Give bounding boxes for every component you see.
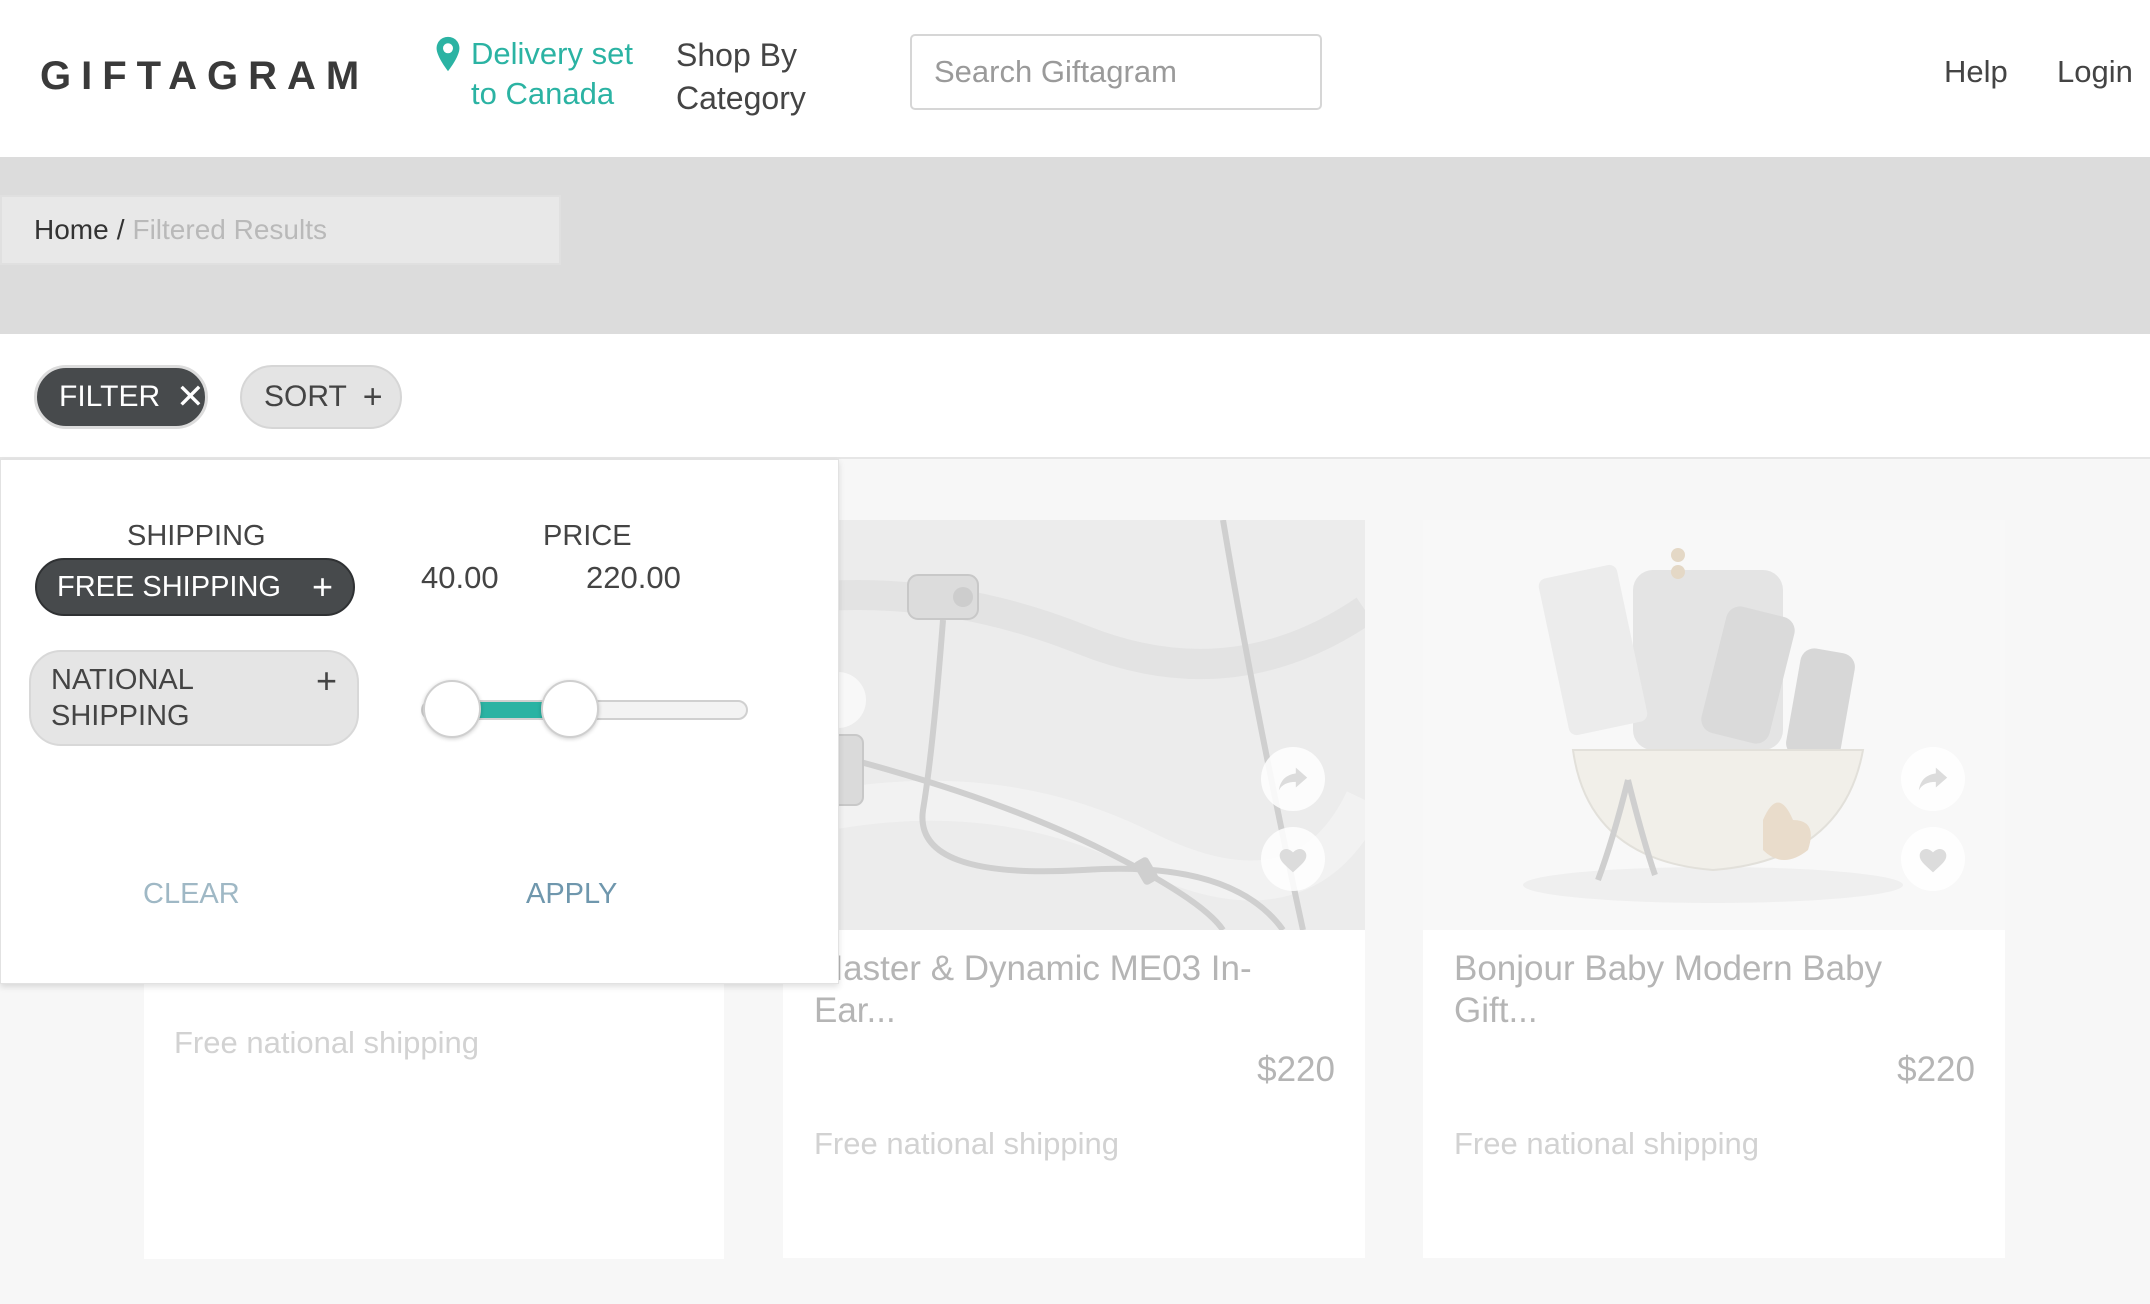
price-heading: PRICE: [543, 520, 632, 552]
filter-button[interactable]: FILTER ✕: [34, 365, 208, 429]
delivery-text: Delivery set to Canada: [471, 36, 633, 111]
national-shipping-label: NATIONAL SHIPPING: [51, 664, 194, 732]
product-image[interactable]: [783, 520, 1365, 930]
location-pin-icon: [436, 36, 460, 72]
favorite-button[interactable]: [1261, 827, 1325, 891]
delivery-location-link[interactable]: Delivery set to Canada: [433, 34, 633, 114]
product-image[interactable]: [1423, 520, 2005, 930]
plus-icon: +: [311, 566, 333, 607]
product-card[interactable]: Bonjour Baby Modern Baby Gift... $220 Fr…: [1423, 520, 2005, 1258]
sort-label: SORT: [264, 380, 347, 413]
site-header: GIFTAGRAM Delivery set to Canada Shop By…: [0, 0, 2150, 157]
price-min-value: 40.00: [421, 560, 499, 595]
breadcrumb-home[interactable]: Home: [34, 214, 109, 246]
breadcrumb: Home / Filtered Results: [0, 195, 561, 265]
product-shipping: Free national shipping: [814, 1126, 1120, 1161]
filter-panel: SHIPPING FREE SHIPPING + NATIONAL SHIPPI…: [0, 459, 839, 984]
search-box: [910, 34, 1333, 110]
plus-icon: +: [362, 377, 383, 416]
product-price: $220: [1257, 1050, 1335, 1089]
share-icon: [1278, 767, 1308, 791]
price-slider-min-handle[interactable]: [423, 680, 481, 738]
share-button[interactable]: [1261, 747, 1325, 811]
heart-icon: [1279, 849, 1307, 873]
share-icon: [1918, 767, 1948, 791]
clear-button[interactable]: CLEAR: [143, 878, 240, 911]
shipping-heading: SHIPPING: [127, 520, 266, 552]
product-price: $220: [1897, 1050, 1975, 1089]
breadcrumb-current: Filtered Results: [132, 214, 327, 245]
share-button[interactable]: [1901, 747, 1965, 811]
favorite-button[interactable]: [1901, 827, 1965, 891]
breadcrumb-band: Home / Filtered Results: [0, 157, 2150, 334]
price-slider-max-handle[interactable]: [541, 680, 599, 738]
filter-label: FILTER: [59, 380, 161, 413]
product-title[interactable]: Bonjour Baby Modern Baby Gift...: [1454, 948, 1882, 1032]
product-shipping: Free national shipping: [1454, 1126, 1760, 1161]
breadcrumb-separator: /: [116, 214, 125, 245]
heart-icon: [1919, 849, 1947, 873]
product-title[interactable]: Master & Dynamic ME03 In- Ear...: [814, 948, 1252, 1032]
login-link[interactable]: Login: [2057, 54, 2133, 90]
logo[interactable]: GIFTAGRAM: [40, 54, 369, 99]
shop-by-category-link[interactable]: Shop By Category: [676, 34, 806, 120]
apply-button[interactable]: APPLY: [526, 878, 617, 911]
plus-icon: +: [315, 660, 337, 701]
product-card[interactable]: Master & Dynamic ME03 In- Ear... $220 Fr…: [783, 520, 1365, 1258]
product-shipping: Free national shipping: [174, 1025, 480, 1060]
help-link[interactable]: Help: [1944, 54, 2008, 90]
price-max-value: 220.00: [586, 560, 681, 595]
sort-button[interactable]: SORT +: [240, 365, 402, 429]
free-shipping-option[interactable]: FREE SHIPPING +: [35, 558, 355, 616]
free-shipping-label: FREE SHIPPING: [57, 570, 281, 603]
filter-sort-bar: FILTER ✕ SORT +: [0, 334, 2150, 459]
close-icon: ✕: [176, 378, 205, 416]
search-input[interactable]: [934, 54, 1333, 90]
national-shipping-option[interactable]: NATIONAL SHIPPING +: [29, 650, 359, 746]
